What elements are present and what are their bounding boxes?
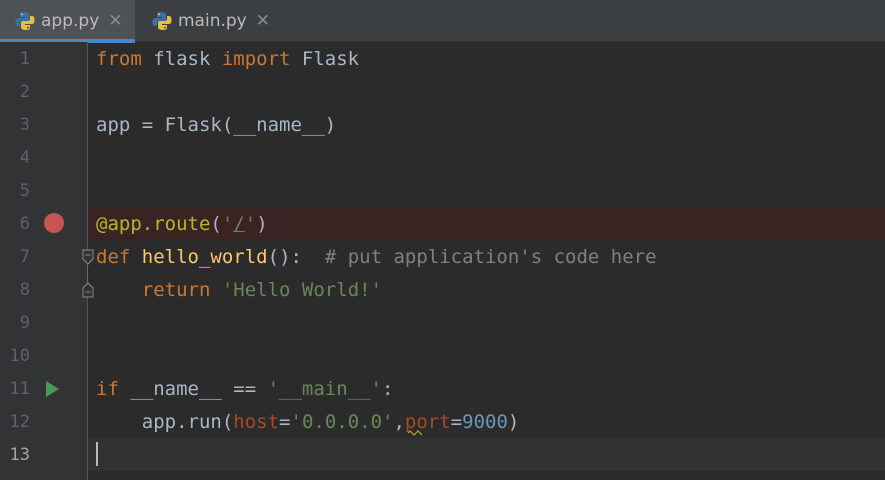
keyword: return <box>141 279 211 301</box>
code-line-6[interactable]: @app.route('/') <box>96 208 268 241</box>
keyword: if <box>96 378 119 400</box>
current-line-highlight <box>0 438 885 471</box>
line-number: 11 <box>9 379 30 399</box>
python-file-icon <box>152 12 172 30</box>
tab-label: main.py <box>178 11 247 31</box>
line-number: 8 <box>19 280 30 300</box>
code-text: (): <box>267 246 325 268</box>
fold-guide-line <box>87 265 88 282</box>
decorator: @app.route <box>96 213 211 235</box>
number: 9000 <box>462 411 508 433</box>
string: '__main__' <box>267 378 382 400</box>
string: 'Hello World!' <box>221 279 383 301</box>
keyword: def <box>96 246 131 268</box>
code-text: flask <box>141 48 222 70</box>
fold-collapse-icon[interactable] <box>80 249 96 265</box>
code-line-8[interactable]: return 'Hello World!' <box>96 274 382 307</box>
code-text: , <box>393 411 405 433</box>
close-tab-icon[interactable]: ✕ <box>256 11 270 31</box>
code-text: Flask <box>290 48 360 70</box>
breakpoint-icon[interactable] <box>44 213 64 233</box>
line-number: 7 <box>19 247 30 267</box>
function-name: hello_world <box>141 246 268 268</box>
code-line-3[interactable]: app = Flask(__name__) <box>96 109 336 142</box>
code-text: app = Flask(__name__) <box>96 114 337 136</box>
code-text: ( <box>210 213 222 235</box>
string: ' <box>244 213 257 235</box>
line-number: 12 <box>9 412 30 432</box>
code-line-12[interactable]: app.run(host='0.0.0.0',port=9000) <box>96 406 520 439</box>
code-text: ) <box>507 411 520 433</box>
line-number: 4 <box>19 148 30 168</box>
code-text: app.run( <box>141 411 234 433</box>
line-number: 9 <box>19 313 30 333</box>
run-icon[interactable] <box>44 380 60 398</box>
warning-squiggle-icon <box>408 430 422 436</box>
code-line-1[interactable]: from flask import Flask <box>96 43 359 76</box>
line-number: 1 <box>19 49 30 69</box>
code-line-11[interactable]: if __name__ == '__main__': <box>96 373 393 406</box>
code-text: = <box>279 411 291 433</box>
line-number: 3 <box>19 115 30 135</box>
string: / <box>233 213 245 235</box>
code-text: ) <box>256 213 268 235</box>
string: ' <box>221 213 234 235</box>
fold-end-icon[interactable] <box>80 282 96 298</box>
line-number: 5 <box>19 181 30 201</box>
text-caret <box>96 442 98 466</box>
code-text: : <box>382 378 394 400</box>
close-tab-icon[interactable]: ✕ <box>108 11 122 31</box>
tab-label: app.py <box>41 11 100 31</box>
line-number: 2 <box>19 82 30 102</box>
line-number: 13 <box>9 445 30 465</box>
line-number: 10 <box>9 346 30 366</box>
code-line-7[interactable]: def hello_world(): # put application's c… <box>96 241 657 274</box>
keyword: import <box>221 48 291 70</box>
keyword-argument: host <box>233 411 280 433</box>
tab-app-py[interactable]: app.py ✕ <box>0 0 135 43</box>
python-file-icon <box>15 12 35 30</box>
tab-main-py[interactable]: main.py ✕ <box>137 0 277 42</box>
line-number: 6 <box>19 214 30 234</box>
code-text: __name__ == <box>118 378 268 400</box>
keyword: from <box>96 48 142 70</box>
string: '0.0.0.0' <box>290 411 394 433</box>
code-text: = <box>450 411 463 433</box>
comment: # put application's code here <box>324 246 657 268</box>
editor-tab-bar: app.py ✕ main.py ✕ <box>0 0 885 43</box>
